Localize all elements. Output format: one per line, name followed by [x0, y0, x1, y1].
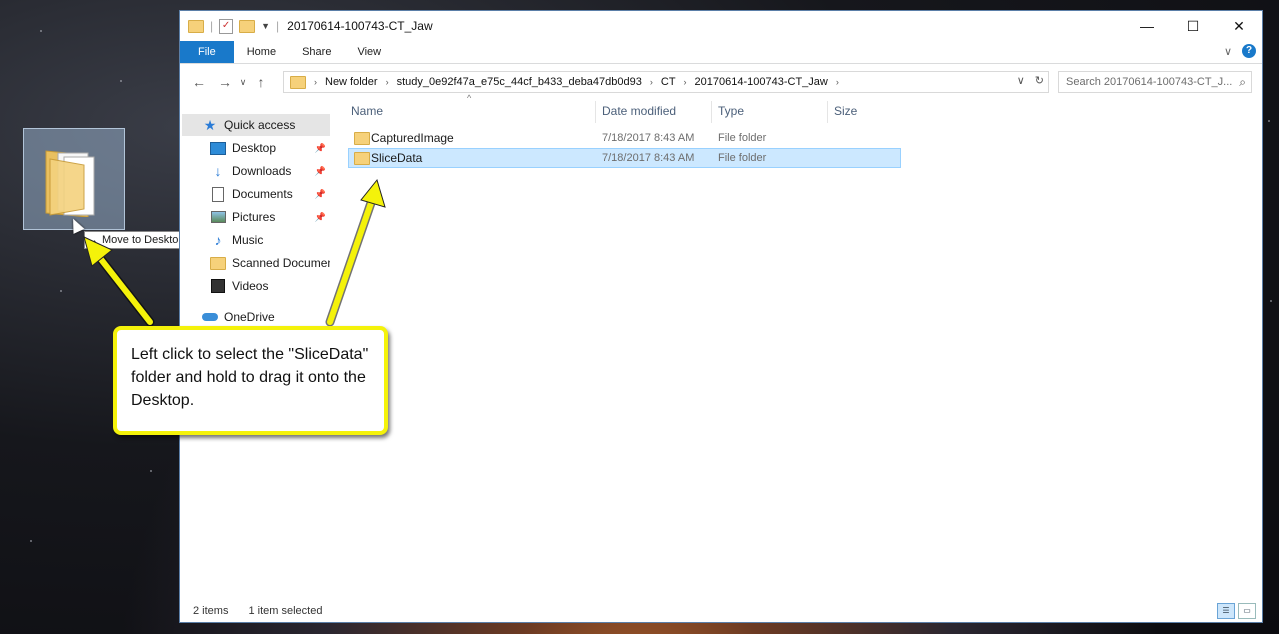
nav-item-label: Pictures	[232, 210, 276, 224]
status-bar: 2 items 1 item selected ☰ ▭	[180, 600, 1262, 622]
customize-toolbar-icon[interactable]: ▼	[261, 21, 270, 31]
breadcrumb-study[interactable]: study_0e92f47a_e75c_44cf_b433_deba47db0d…	[397, 76, 642, 88]
expand-ribbon-icon[interactable]: ∨	[1224, 45, 1232, 58]
selection-count: 1 item selected	[248, 605, 323, 617]
file-date: 7/18/2017 8:43 AM	[602, 132, 695, 144]
recent-locations-icon[interactable]: ∨	[236, 77, 250, 88]
cloud-icon	[202, 310, 218, 324]
breadcrumb-current[interactable]: 20170614-100743-CT_Jaw	[695, 76, 828, 88]
large-icons-view-icon[interactable]: ▭	[1238, 603, 1256, 619]
nav-item-label: Music	[232, 233, 264, 247]
address-bar[interactable]: › New folder › study_0e92f47a_e75c_44cf_…	[283, 71, 1049, 93]
pin-icon[interactable]: 📌	[315, 189, 326, 200]
search-input[interactable]: Search 20170614-100743-CT_J... ⌕	[1058, 71, 1252, 93]
file-list: ^ Name Date modified Type Size CapturedI…	[345, 93, 1262, 600]
drag-tooltip-label: Move to Desktop	[102, 234, 185, 246]
file-explorer-window: | ✓ ▼ | 20170614-100743-CT_Jaw — ☐ ✕ Fil…	[179, 10, 1263, 623]
list-item-selected[interactable]: SliceData 7/18/2017 8:43 AM File folder	[348, 148, 901, 168]
nav-item-label: OneDrive	[224, 310, 275, 324]
nav-item-videos[interactable]: Videos	[182, 275, 330, 297]
folder-icon	[188, 19, 204, 33]
nav-item-pictures[interactable]: Pictures 📌	[182, 206, 330, 228]
search-placeholder: Search 20170614-100743-CT_J...	[1066, 76, 1233, 88]
breadcrumb-new-folder[interactable]: New folder	[325, 76, 378, 88]
column-header-name[interactable]: Name	[351, 104, 383, 118]
column-header-type[interactable]: Type	[718, 104, 744, 118]
tab-file[interactable]: File	[180, 41, 234, 63]
back-icon[interactable]: ←	[188, 74, 210, 90]
nav-item-desktop[interactable]: Desktop 📌	[182, 137, 330, 159]
search-icon: ⌕	[1239, 75, 1246, 89]
music-icon: ♪	[214, 232, 222, 248]
nav-item-label: Scanned Documents	[232, 256, 330, 270]
breadcrumb-ct[interactable]: CT	[661, 76, 676, 88]
ribbon-tabs: File Home Share View ∨ ?	[180, 41, 1262, 64]
folder-icon	[210, 256, 226, 270]
minimize-button[interactable]: —	[1124, 11, 1170, 41]
folder-icon	[290, 75, 306, 89]
tab-view[interactable]: View	[344, 41, 394, 63]
download-icon: ↓	[214, 163, 222, 179]
details-view-icon[interactable]: ☰	[1217, 603, 1235, 619]
tab-share[interactable]: Share	[289, 41, 344, 63]
desktop-icon	[210, 141, 226, 155]
help-icon[interactable]: ?	[1242, 44, 1256, 58]
videos-icon	[210, 279, 226, 293]
column-header-size[interactable]: Size	[834, 104, 857, 118]
address-row: ← → ∨ ↑ › New folder › study_0e92f47a_e7…	[180, 64, 1262, 100]
nav-item-label: Videos	[232, 279, 269, 293]
file-type: File folder	[718, 152, 767, 164]
maximize-button[interactable]: ☐	[1170, 11, 1216, 41]
address-history-icon[interactable]: ∨	[1017, 74, 1025, 87]
nav-item-label: Desktop	[232, 141, 277, 155]
refresh-icon[interactable]: ↻	[1035, 74, 1044, 87]
up-icon[interactable]: ↑	[250, 74, 272, 90]
document-icon	[210, 186, 226, 202]
forward-icon[interactable]: →	[214, 74, 236, 90]
nav-item-downloads[interactable]: ↓ Downloads 📌	[182, 160, 330, 182]
instruction-callout: Left click to select the "SliceData" fol…	[113, 326, 388, 435]
drag-tooltip: → Move to Desktop	[84, 231, 190, 249]
pin-icon[interactable]: 📌	[315, 166, 326, 177]
quick-access-toolbar: | ✓ ▼ |	[180, 18, 279, 34]
file-date: 7/18/2017 8:43 AM	[602, 152, 695, 164]
item-count: 2 items	[193, 605, 229, 617]
sort-ascending-icon: ^	[467, 93, 472, 103]
folder-icon	[354, 132, 370, 145]
close-button[interactable]: ✕	[1216, 11, 1262, 41]
window-title: 20170614-100743-CT_Jaw	[287, 19, 433, 33]
title-bar: | ✓ ▼ | 20170614-100743-CT_Jaw — ☐ ✕	[180, 11, 1262, 41]
star-icon: ★	[203, 116, 217, 133]
column-header-date[interactable]: Date modified	[602, 104, 676, 118]
nav-item-documents[interactable]: Documents 📌	[182, 183, 330, 205]
nav-item-scanned-documents[interactable]: Scanned Documents	[182, 252, 330, 274]
nav-item-label: Downloads	[232, 164, 292, 178]
pin-icon[interactable]: 📌	[315, 143, 326, 154]
file-type: File folder	[718, 132, 767, 144]
nav-item-music[interactable]: ♪ Music	[182, 229, 330, 251]
file-name: SliceData	[371, 151, 423, 165]
properties-icon[interactable]: ✓	[219, 18, 234, 34]
arrow-right-icon: →	[87, 234, 98, 246]
new-folder-icon[interactable]	[239, 19, 256, 33]
callout-text: Left click to select the "SliceData" fol…	[131, 346, 369, 409]
list-item[interactable]: CapturedImage 7/18/2017 8:43 AM File fol…	[348, 128, 901, 148]
file-name: CapturedImage	[371, 131, 454, 145]
pin-icon[interactable]: 📌	[315, 212, 326, 223]
folder-icon	[354, 152, 370, 165]
nav-item-label: Quick access	[224, 118, 296, 132]
folder-icon	[45, 150, 95, 217]
drag-ghost-folder	[23, 128, 125, 230]
nav-item-label: Documents	[232, 187, 293, 201]
nav-item-quick-access[interactable]: ★ Quick access	[182, 114, 330, 136]
nav-item-onedrive[interactable]: OneDrive	[182, 306, 330, 328]
pictures-icon	[210, 210, 226, 224]
tab-home[interactable]: Home	[234, 41, 289, 63]
